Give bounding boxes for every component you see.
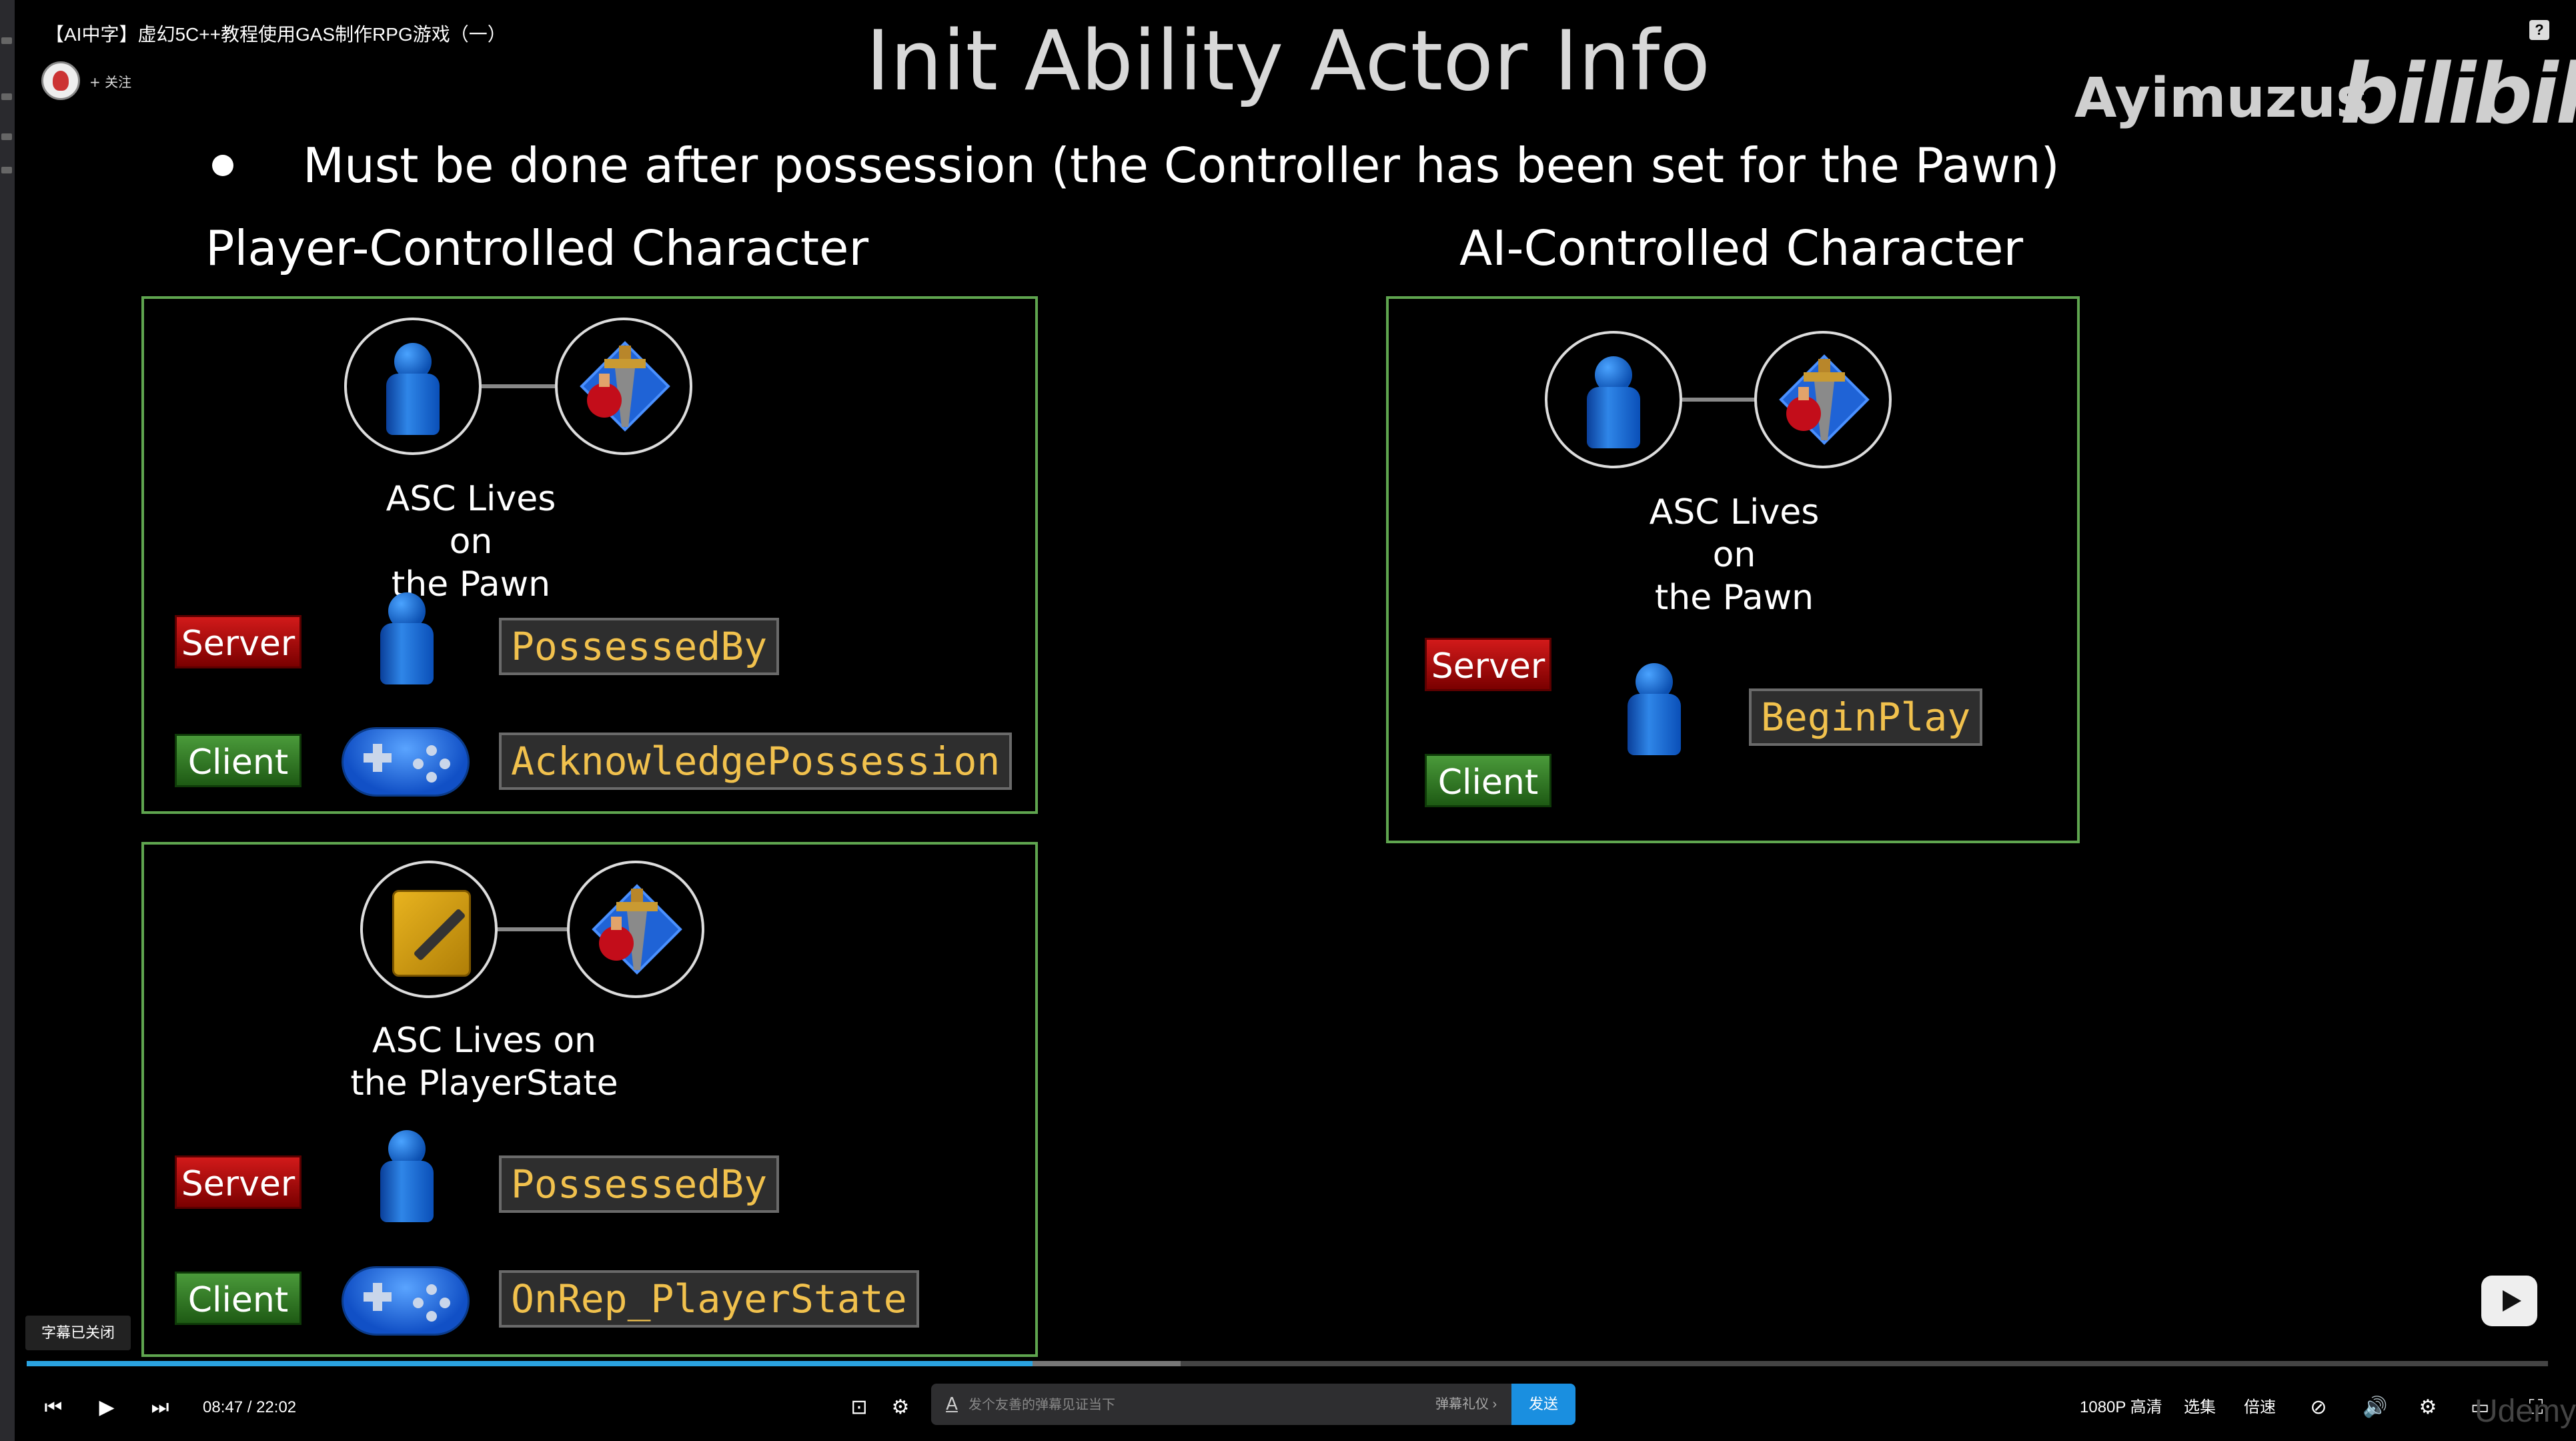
beginplay-function: BeginPlay [1749, 688, 1983, 746]
player-state-panel: ASC Lives on the PlayerState Server Poss… [141, 842, 1038, 1357]
watermark-name: Ayimuzus [2074, 67, 2369, 130]
danmaku-style-icon[interactable]: A [940, 1393, 963, 1416]
mini-player-tv-icon[interactable] [2481, 1276, 2537, 1326]
server-tag: Server [1425, 638, 1551, 691]
strip-mark [1, 167, 12, 173]
connector-line [482, 384, 555, 388]
client-tag: Client [175, 734, 301, 787]
ai-pawn-panel: ASC Lives on the Pawn Server BeginPlay C… [1386, 296, 2080, 843]
subtitle-off-icon[interactable]: ⊘ [2307, 1396, 2331, 1420]
client-tag: Client [1425, 754, 1551, 807]
next-icon[interactable]: ⏭ [148, 1396, 172, 1420]
pawn-icon [1587, 356, 1640, 448]
asc-location-label: ASC Lives on the PlayerState [344, 1019, 624, 1105]
connector-line [1682, 398, 1756, 402]
previous-icon[interactable]: ⏮ [41, 1396, 65, 1420]
play-icon[interactable]: ▶ [95, 1396, 119, 1420]
pawn-circle [1545, 331, 1682, 468]
asc-location-label: ASC Lives on the Pawn [1634, 491, 1834, 619]
connector-line [498, 927, 571, 931]
danmaku-input-bar: A 弹幕礼仪 › 发送 [931, 1384, 1575, 1426]
speed-button[interactable]: 倍速 [2244, 1374, 2276, 1441]
ability-system-icon [1779, 354, 1870, 445]
udemy-watermark: Udemy [2475, 1394, 2576, 1429]
asc-circle [1754, 331, 1892, 468]
possessedby-function: PossessedBy [499, 618, 780, 675]
gamepad-icon [342, 1266, 470, 1336]
ability-system-icon [580, 341, 670, 432]
bullet-point: Must be done after possession (the Contr… [212, 137, 2060, 193]
server-tag: Server [175, 615, 301, 668]
pawn-icon [386, 343, 440, 435]
server-tag: Server [175, 1155, 301, 1209]
danmaku-settings-icon[interactable]: ⚙ [888, 1396, 912, 1420]
playerstate-circle [360, 861, 498, 998]
asc-circle [567, 861, 704, 998]
danmaku-etiquette-link[interactable]: 弹幕礼仪 › [1435, 1384, 1497, 1425]
side-strip [0, 0, 15, 1441]
client-tag: Client [175, 1272, 301, 1325]
onrep-playerstate-function: OnRep_PlayerState [499, 1270, 919, 1328]
bullet-dot-icon [212, 155, 233, 176]
asc-label-line: ASC Lives on [1649, 492, 1820, 575]
acknowledgepossession-function: AcknowledgePossession [499, 733, 1013, 790]
ai-controlled-heading: AI-Controlled Character [1459, 220, 2024, 276]
asc-label-line: the PlayerState [350, 1063, 618, 1103]
danmaku-input[interactable] [967, 1384, 1370, 1426]
send-button[interactable]: 发送 [1511, 1384, 1575, 1425]
quality-selector[interactable]: 1080P 高清 [2080, 1374, 2162, 1441]
asc-label-line: ASC Lives on [372, 1021, 596, 1061]
asc-label-line: ASC Lives on [386, 479, 556, 562]
time-separator: / [247, 1398, 252, 1416]
bullet-text: Must be done after possession (the Contr… [303, 137, 2060, 193]
progress-fill[interactable] [27, 1361, 1033, 1366]
duration: 22:02 [256, 1398, 297, 1416]
subtitles-status-badge[interactable]: 字幕已关闭 [25, 1316, 131, 1350]
pawn-circle [344, 318, 482, 455]
pawn-icon [1628, 663, 1681, 755]
bilibili-logo: bilibili [2340, 47, 2576, 143]
player-controlled-heading: Player-Controlled Character [205, 220, 869, 276]
strip-mark [1, 133, 12, 140]
gamepad-icon [342, 727, 470, 797]
asc-circle [555, 318, 692, 455]
ability-system-icon [592, 884, 682, 975]
pawn-icon [380, 1130, 434, 1222]
settings-gear-icon[interactable]: ⚙ [2416, 1396, 2440, 1420]
current-time: 08:47 [203, 1398, 243, 1416]
player-pawn-panel: ASC Lives on the Pawn Server PossessedBy… [141, 296, 1038, 814]
danmaku-toggle-icon[interactable]: ⊡ [847, 1396, 871, 1420]
volume-icon[interactable]: 🔊 [2363, 1396, 2387, 1420]
asc-label-line: the Pawn [1654, 578, 1814, 618]
episodes-button[interactable]: 选集 [2184, 1374, 2216, 1441]
asc-location-label: ASC Lives on the Pawn [371, 478, 571, 606]
possessedby-function: PossessedBy [499, 1155, 780, 1213]
notebook-icon [392, 890, 471, 977]
pawn-icon [380, 592, 434, 684]
time-display: 08:47 / 22:02 [203, 1374, 296, 1441]
